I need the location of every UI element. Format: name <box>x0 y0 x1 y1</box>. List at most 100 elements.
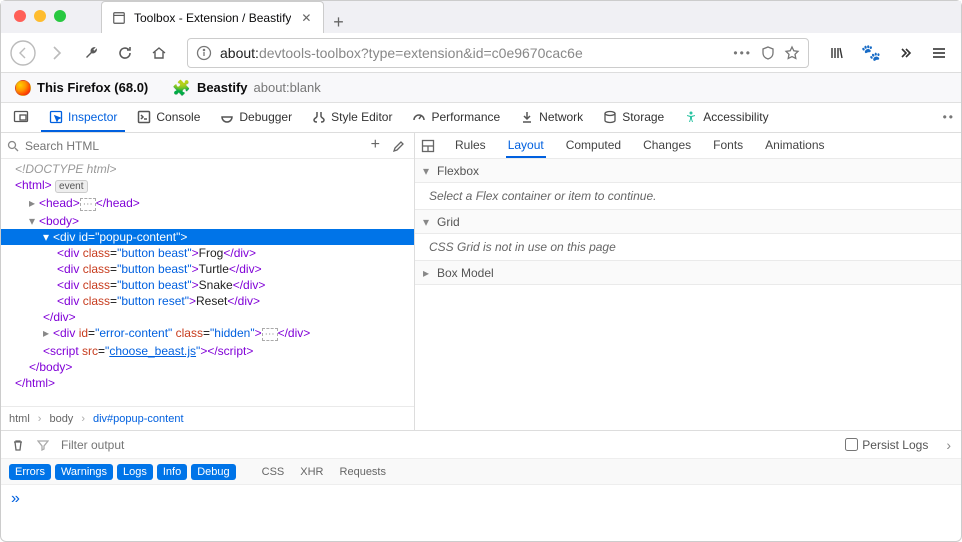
pill-info[interactable]: Info <box>157 464 187 480</box>
pill-errors[interactable]: Errors <box>9 464 51 480</box>
flexbox-body: Select a Flex container or item to conti… <box>415 183 961 210</box>
crumb-html[interactable]: html <box>9 413 30 425</box>
window-close-button[interactable] <box>14 10 26 22</box>
devtools-context-bar: This Firefox (68.0) 🧩 Beastify about:bla… <box>1 73 961 103</box>
flexbox-header[interactable]: ▾Flexbox <box>415 159 961 183</box>
firefox-context[interactable]: This Firefox (68.0) <box>15 80 148 96</box>
event-badge[interactable]: event <box>55 180 87 193</box>
accessibility-icon <box>684 110 698 124</box>
reload-button[interactable] <box>111 39 139 67</box>
pill-xhr[interactable]: XHR <box>294 464 329 480</box>
trash-icon[interactable] <box>11 438 25 452</box>
chevron-down-icon: ▾ <box>423 215 433 229</box>
tab-page-icon <box>112 11 126 25</box>
search-icon <box>7 140 19 152</box>
devtools-overflow-button[interactable]: •• <box>935 103 957 132</box>
tab-animations[interactable]: Animations <box>763 134 826 158</box>
browser-toolbar: about:devtools-toolbox?type=extension&id… <box>1 33 961 73</box>
box-model-header[interactable]: ▸Box Model <box>415 261 961 285</box>
overflow-icon[interactable] <box>891 39 919 67</box>
tree-beast-snake[interactable]: <div class="button beast">Snake</div> <box>1 277 414 293</box>
home-button[interactable] <box>145 39 173 67</box>
pill-css[interactable]: CSS <box>256 464 291 480</box>
tree-html-close[interactable]: </html> <box>1 375 414 391</box>
tree-reset[interactable]: <div class="button reset">Reset</div> <box>1 293 414 309</box>
search-html-input[interactable] <box>25 139 365 153</box>
extension-context[interactable]: 🧩 Beastify about:blank <box>172 79 321 97</box>
tree-error-content[interactable]: ▸<div id="error-content" class="hidden">… <box>1 325 414 343</box>
forward-button[interactable] <box>43 39 71 67</box>
iframe-picker-button[interactable] <box>5 103 37 132</box>
tab-console[interactable]: Console <box>129 103 208 132</box>
wrench-icon[interactable] <box>77 39 105 67</box>
tab-storage[interactable]: Storage <box>595 103 672 132</box>
expand-icon[interactable]: › <box>946 437 951 453</box>
tab-network[interactable]: Network <box>512 103 591 132</box>
info-icon[interactable] <box>196 45 212 61</box>
new-tab-button[interactable]: + <box>324 12 352 33</box>
chevron-down-icon: ▾ <box>423 164 433 178</box>
url-text: about:devtools-toolbox?type=extension&id… <box>220 45 725 61</box>
tab-close-button[interactable]: ✕ <box>299 11 313 25</box>
tree-body-open[interactable]: ▾<body> <box>1 213 414 229</box>
window-minimize-button[interactable] <box>34 10 46 22</box>
url-bar[interactable]: about:devtools-toolbox?type=extension&id… <box>187 38 809 68</box>
tree-html-open[interactable]: <html> event <box>1 177 414 195</box>
tab-layout[interactable]: Layout <box>506 134 546 158</box>
firefox-icon <box>15 80 31 96</box>
browser-tabbar: Toolbox - Extension / Beastify ✕ + <box>1 1 961 33</box>
crumb-body[interactable]: body <box>49 413 73 425</box>
tree-head[interactable]: ▸<head>⋯</head> <box>1 195 414 213</box>
pill-requests[interactable]: Requests <box>334 464 392 480</box>
inspector-search-row: + <box>1 133 414 159</box>
console-filter-bar: Persist Logs › <box>1 430 961 458</box>
network-icon <box>520 110 534 124</box>
tree-beast-frog[interactable]: <div class="button beast">Frog</div> <box>1 245 414 261</box>
debugger-icon <box>220 110 234 124</box>
console-input-row[interactable]: » <box>1 484 961 512</box>
tree-popup-close[interactable]: </div> <box>1 309 414 325</box>
more-icon[interactable]: ••• <box>733 46 752 60</box>
pill-warnings[interactable]: Warnings <box>55 464 113 480</box>
persist-logs-toggle[interactable]: Persist Logs <box>845 438 928 452</box>
tab-computed[interactable]: Computed <box>564 134 623 158</box>
browser-tab[interactable]: Toolbox - Extension / Beastify ✕ <box>101 1 324 33</box>
tab-debugger[interactable]: Debugger <box>212 103 300 132</box>
grid-header[interactable]: ▾Grid <box>415 210 961 234</box>
extension-url: about:blank <box>254 80 321 95</box>
tab-fonts[interactable]: Fonts <box>711 134 745 158</box>
tab-changes[interactable]: Changes <box>641 134 693 158</box>
eyedropper-button[interactable] <box>390 139 404 153</box>
tab-inspector[interactable]: Inspector <box>41 103 125 132</box>
back-button[interactable] <box>9 39 37 67</box>
storage-icon <box>603 110 617 124</box>
tree-body-close[interactable]: </body> <box>1 359 414 375</box>
pill-debug[interactable]: Debug <box>191 464 235 480</box>
console-icon <box>137 110 151 124</box>
console-filter-input[interactable] <box>61 438 833 452</box>
star-icon[interactable] <box>784 45 800 61</box>
tab-style-editor[interactable]: Style Editor <box>304 103 400 132</box>
dom-tree[interactable]: <!DOCTYPE html> <html> event ▸<head>⋯</h… <box>1 159 414 406</box>
tree-popup-content[interactable]: ▾<div id="popup-content"> <box>1 229 414 245</box>
tab-performance[interactable]: Performance <box>404 103 508 132</box>
tab-rules[interactable]: Rules <box>453 134 488 158</box>
paw-icon[interactable]: 🐾 <box>857 39 885 67</box>
tree-script[interactable]: <script src="choose_beast.js"></script> <box>1 343 414 359</box>
devtools-tabs: Inspector Console Debugger Style Editor … <box>1 103 961 133</box>
tab-title: Toolbox - Extension / Beastify <box>134 11 291 25</box>
pill-logs[interactable]: Logs <box>117 464 153 480</box>
tab-accessibility[interactable]: Accessibility <box>676 103 776 132</box>
tree-beast-turtle[interactable]: <div class="button beast">Turtle</div> <box>1 261 414 277</box>
layout-pane-icon[interactable] <box>421 139 435 153</box>
menu-button[interactable] <box>925 39 953 67</box>
tree-doctype[interactable]: <!DOCTYPE html> <box>1 161 414 177</box>
add-node-button[interactable]: + <box>371 139 380 153</box>
crumb-current[interactable]: div#popup-content <box>93 413 184 425</box>
inspector-icon <box>49 110 63 124</box>
reader-shield-icon[interactable] <box>760 45 776 61</box>
persist-logs-checkbox[interactable] <box>845 438 858 451</box>
window-zoom-button[interactable] <box>54 10 66 22</box>
library-icon[interactable] <box>823 39 851 67</box>
grid-body: CSS Grid is not in use on this page <box>415 234 961 261</box>
